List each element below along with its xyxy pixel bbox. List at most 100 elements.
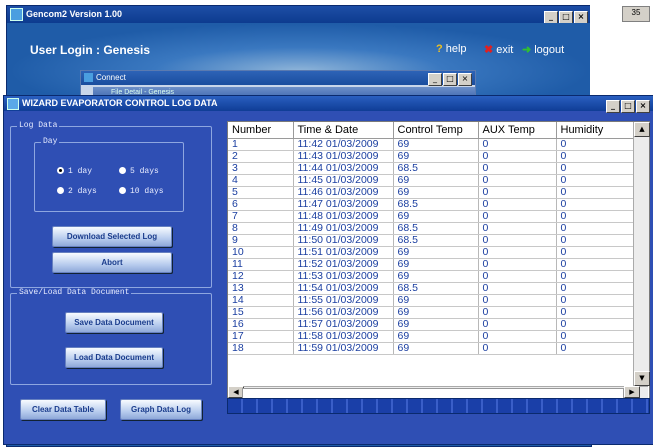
table-row[interactable]: 6 11:47 01/03/2009 68.5 0 0 [228,198,634,211]
logout-link[interactable]: ➜ logout [522,43,564,56]
close-button[interactable]: × [458,73,472,86]
table-cell: 69 [393,258,479,271]
table-row[interactable]: 13 11:54 01/03/2009 68.5 0 0 [228,282,634,295]
column-header[interactable]: Time & Date [293,122,394,139]
help-link[interactable]: ? help [436,43,467,55]
logout-label: logout [534,44,565,56]
clear-data-table-button[interactable]: Clear Data Table [20,399,106,420]
table-cell: 0 [556,198,634,211]
scroll-right-icon[interactable]: ▶ [624,386,640,398]
column-header[interactable]: Control Temp [393,122,479,139]
progress-bar [227,398,650,414]
table-cell: 0 [556,246,634,259]
window-icon [7,97,19,110]
table-cell: 0 [478,138,557,151]
maximize-button[interactable]: □ [621,100,635,113]
table-row[interactable]: 4 11:45 01/03/2009 69 0 0 [228,174,634,187]
minimize-button[interactable]: _ [428,73,442,86]
table-cell: 69 [393,174,479,187]
table-cell: 0 [478,282,557,295]
table-cell: 11:43 01/03/2009 [293,150,394,163]
minimize-button[interactable]: _ [606,100,620,113]
gencom-titlebar: Gencom2 Version 1.00 _ □ × [7,6,591,24]
radio-10-days[interactable]: 10 days [119,187,164,197]
table-row[interactable]: 5 11:46 01/03/2009 69 0 0 [228,186,634,199]
table-row[interactable]: 17 11:58 01/03/2009 69 0 0 [228,330,634,343]
table-cell: 69 [393,150,479,163]
table-row[interactable]: 15 11:56 01/03/2009 69 0 0 [228,306,634,319]
tray-number: 35 [622,6,650,22]
table-cell: 0 [556,210,634,223]
table-row[interactable]: 10 11:51 01/03/2009 69 0 0 [228,246,634,259]
table-cell: 0 [478,234,557,247]
table-cell: 68.5 [393,282,479,295]
table-row[interactable]: 2 11:43 01/03/2009 69 0 0 [228,150,634,163]
graph-data-log-button[interactable]: Graph Data Log [120,399,202,420]
table-cell: 68.5 [393,162,479,175]
table-cell: 0 [556,222,634,235]
load-data-document-button[interactable]: Load Data Document [65,347,163,368]
table-cell: 0 [556,258,634,271]
vertical-scrollbar[interactable]: ▲ ▼ [633,122,650,386]
table-cell: 0 [556,294,634,307]
table-cell: 0 [478,210,557,223]
scroll-up-icon[interactable]: ▲ [634,122,650,137]
connect-titlebar: Connect _ □ × [81,71,475,86]
close-button[interactable]: × [636,100,650,113]
table-row[interactable]: 14 11:55 01/03/2009 69 0 0 [228,294,634,307]
table-row[interactable]: 16 11:57 01/03/2009 69 0 0 [228,318,634,331]
download-selected-log-button[interactable]: Download Selected Log [52,226,172,247]
table-row[interactable]: 8 11:49 01/03/2009 68.5 0 0 [228,222,634,235]
gencom-title: Gencom2 Version 1.00 [26,9,123,19]
column-header[interactable]: Number [228,122,294,139]
table-row[interactable]: 12 11:53 01/03/2009 69 0 0 [228,270,634,283]
question-icon: ? [436,43,443,55]
maximize-button[interactable]: □ [443,73,457,86]
column-header[interactable]: Humidity [556,122,634,139]
table-cell: 0 [556,330,634,343]
table-cell: 0 [478,258,557,271]
exit-link[interactable]: ✖ exit [484,43,513,56]
table-cell: 0 [556,318,634,331]
table-cell: 0 [556,270,634,283]
table-cell: 9 [228,234,294,247]
horizontal-scrollbar[interactable]: ◀ ▶ [228,386,648,399]
x-icon: ✖ [484,44,494,56]
table-row[interactable]: 1 11:42 01/03/2009 69 0 0 [228,138,634,151]
column-header[interactable]: AUX Temp [478,122,557,139]
table-row[interactable]: 18 11:59 01/03/2009 69 0 0 [228,342,634,355]
connect-title: Connect [96,73,126,82]
window-icon [10,8,23,22]
table-cell: 0 [556,150,634,163]
table-cell: 11 [228,258,294,271]
radio-icon [119,187,126,195]
radio-label: 5 days [130,167,159,176]
table-cell: 68.5 [393,234,479,247]
radio-1-day[interactable]: 1 day [57,167,92,177]
table-cell: 69 [393,246,479,259]
table-cell: 0 [478,306,557,319]
table-cell: 0 [478,342,557,355]
table-cell: 68.5 [393,198,479,211]
table-cell: 69 [393,186,479,199]
abort-button[interactable]: Abort [52,252,172,273]
table-cell: 0 [478,318,557,331]
table-row[interactable]: 9 11:50 01/03/2009 68.5 0 0 [228,234,634,247]
table-row[interactable]: 7 11:48 01/03/2009 69 0 0 [228,210,634,223]
radio-selected-icon [57,167,64,175]
log-data-legend: Log Data [17,121,60,131]
radio-2-days[interactable]: 2 days [57,187,97,197]
table-cell: 0 [556,282,634,295]
window-icon [84,73,93,83]
table-cell: 0 [478,270,557,283]
table-row[interactable]: 11 11:52 01/03/2009 69 0 0 [228,258,634,271]
log-data-title: WIZARD EVAPORATOR CONTROL LOG DATA [22,98,218,108]
save-data-document-button[interactable]: Save Data Document [65,312,163,333]
table-cell: 0 [478,330,557,343]
table-cell: 3 [228,162,294,175]
scroll-down-icon[interactable]: ▼ [634,371,650,386]
table-cell: 11:56 01/03/2009 [293,306,394,319]
table-cell: 0 [478,198,557,211]
radio-5-days[interactable]: 5 days [119,167,159,177]
table-row[interactable]: 3 11:44 01/03/2009 68.5 0 0 [228,162,634,175]
